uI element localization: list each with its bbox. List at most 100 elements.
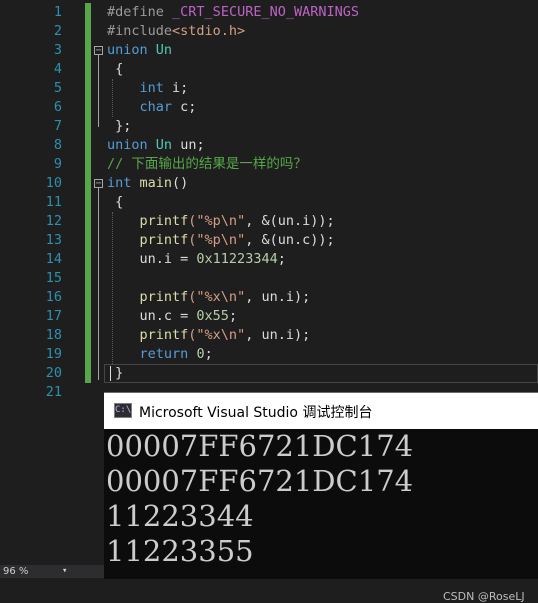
console-output[interactable]: 00007FF6721DC174 00007FF6721DC174 112233… xyxy=(104,429,538,603)
keyword: return xyxy=(139,346,189,362)
code-line: return 0; xyxy=(107,345,213,364)
console-output-line: 00007FF6721DC174 xyxy=(106,429,414,463)
arguments: , &(un.i)); xyxy=(245,213,335,229)
function-name: printf xyxy=(139,232,189,248)
line-number: 5 xyxy=(53,80,62,96)
arguments: , un.i); xyxy=(245,289,311,305)
keyword: char xyxy=(139,99,173,115)
identifier: i; xyxy=(172,80,189,96)
code-line: #include<stdio.h> xyxy=(107,22,245,41)
line-number: 19 xyxy=(45,346,62,362)
code-line: printf("%x\n", un.i); xyxy=(107,326,311,345)
number-literal: 0 xyxy=(196,346,205,362)
code-line: }; xyxy=(107,117,131,136)
line-number: 18 xyxy=(45,327,62,343)
code-line: int i; xyxy=(107,79,189,98)
line-number: 7 xyxy=(53,118,62,134)
watermark: CSDN @RoseLJ xyxy=(443,590,525,603)
line-number: 4 xyxy=(53,61,62,77)
punctuation: ; xyxy=(204,346,213,362)
console-output-line: 11223355 xyxy=(106,534,254,568)
line-number: 1 xyxy=(53,4,62,20)
type-name: Un xyxy=(155,137,173,153)
code-line: un.i = 0x11223344; xyxy=(107,250,286,269)
punctuation: ; xyxy=(228,308,238,324)
console-output-line: 11223344 xyxy=(106,499,254,533)
brace: { xyxy=(115,194,124,210)
macro-name: _CRT_SECURE_NO_WARNINGS xyxy=(172,4,359,20)
type-name: Un xyxy=(155,42,173,58)
line-number: 15 xyxy=(45,270,62,286)
line-number: 16 xyxy=(45,289,62,305)
preprocessor-keyword: #include xyxy=(107,23,173,39)
string-literal: ("%x\n" xyxy=(188,327,246,343)
line-number: 3 xyxy=(53,42,62,58)
collapse-main-toggle[interactable]: − xyxy=(94,179,103,189)
number-literal: 0x55 xyxy=(196,308,229,324)
function-name: printf xyxy=(139,213,189,229)
keyword: int xyxy=(139,80,164,96)
string-literal: ("%x\n" xyxy=(188,289,246,305)
code-line: char c; xyxy=(107,98,197,117)
line-number-gutter: 1 2 3 4 5 6 7 8 9 10 11 12 13 14 15 16 1… xyxy=(0,0,92,400)
line-number: 20 xyxy=(45,365,62,381)
comment: // 下面输出的结果是一样的吗？ xyxy=(107,156,307,172)
preprocessor-keyword: #define xyxy=(107,4,164,20)
brace: { xyxy=(115,61,124,77)
function-name: printf xyxy=(139,289,189,305)
chevron-down-icon: ▾ xyxy=(62,566,68,576)
identifier: c; xyxy=(180,99,197,115)
line-number: 12 xyxy=(45,213,62,229)
current-line-highlight xyxy=(104,364,538,383)
function-name: main xyxy=(139,175,173,191)
code-line: printf("%p\n", &(un.i)); xyxy=(107,212,335,231)
code-line: union Un un; xyxy=(107,136,205,155)
code-line: int main() xyxy=(107,174,188,193)
line-number: 11 xyxy=(45,194,62,210)
code-line: { xyxy=(107,193,123,212)
code-line: { xyxy=(107,60,123,79)
line-number: 21 xyxy=(45,384,62,400)
code-line: printf("%p\n", &(un.c)); xyxy=(107,231,335,250)
debug-console-window[interactable]: C:\ Microsoft Visual Studio 调试控制台 00007F… xyxy=(104,392,538,603)
console-title: Microsoft Visual Studio 调试控制台 xyxy=(139,405,373,421)
arguments: , &(un.c)); xyxy=(245,232,335,248)
collapse-union-toggle[interactable]: − xyxy=(94,46,103,56)
include-file: <stdio.h> xyxy=(172,23,246,39)
identifier: un.c = xyxy=(139,308,197,324)
line-number: 2 xyxy=(53,23,62,39)
line-number: 14 xyxy=(45,251,62,267)
fold-region-line xyxy=(98,188,100,380)
function-name: printf xyxy=(139,327,189,343)
arguments: , un.i); xyxy=(245,327,311,343)
number-literal: 0x11223344 xyxy=(196,251,278,267)
line-number: 8 xyxy=(53,137,62,153)
fold-region-line xyxy=(98,55,100,127)
keyword: union xyxy=(107,137,148,153)
identifier: un; xyxy=(180,137,205,153)
code-line: #define _CRT_SECURE_NO_WARNINGS xyxy=(107,3,359,22)
console-output-line: 00007FF6721DC174 xyxy=(106,464,414,498)
code-line: // 下面输出的结果是一样的吗？ xyxy=(107,155,307,174)
keyword: union xyxy=(107,42,148,58)
keyword: int xyxy=(107,175,132,191)
brace: }; xyxy=(115,118,132,134)
line-number: 13 xyxy=(45,232,62,248)
string-literal: ("%p\n" xyxy=(188,213,246,229)
code-line: } xyxy=(107,364,123,383)
console-app-icon: C:\ xyxy=(114,403,132,418)
zoom-level: 96 % xyxy=(3,566,29,577)
zoom-dropdown[interactable]: 96 % ▾ xyxy=(0,565,104,578)
line-number: 17 xyxy=(45,308,62,324)
code-line: union Un xyxy=(107,41,172,60)
change-tracking-bar xyxy=(85,3,91,383)
brace: } xyxy=(115,365,124,381)
line-number: 6 xyxy=(53,99,62,115)
line-number: 9 xyxy=(53,156,62,172)
punctuation: ; xyxy=(277,251,286,267)
line-number: 10 xyxy=(45,175,62,191)
code-line: un.c = 0x55; xyxy=(107,307,238,326)
punctuation: () xyxy=(172,175,189,191)
code-line: printf("%x\n", un.i); xyxy=(107,288,311,307)
console-title-bar[interactable]: C:\ Microsoft Visual Studio 调试控制台 xyxy=(104,393,538,429)
